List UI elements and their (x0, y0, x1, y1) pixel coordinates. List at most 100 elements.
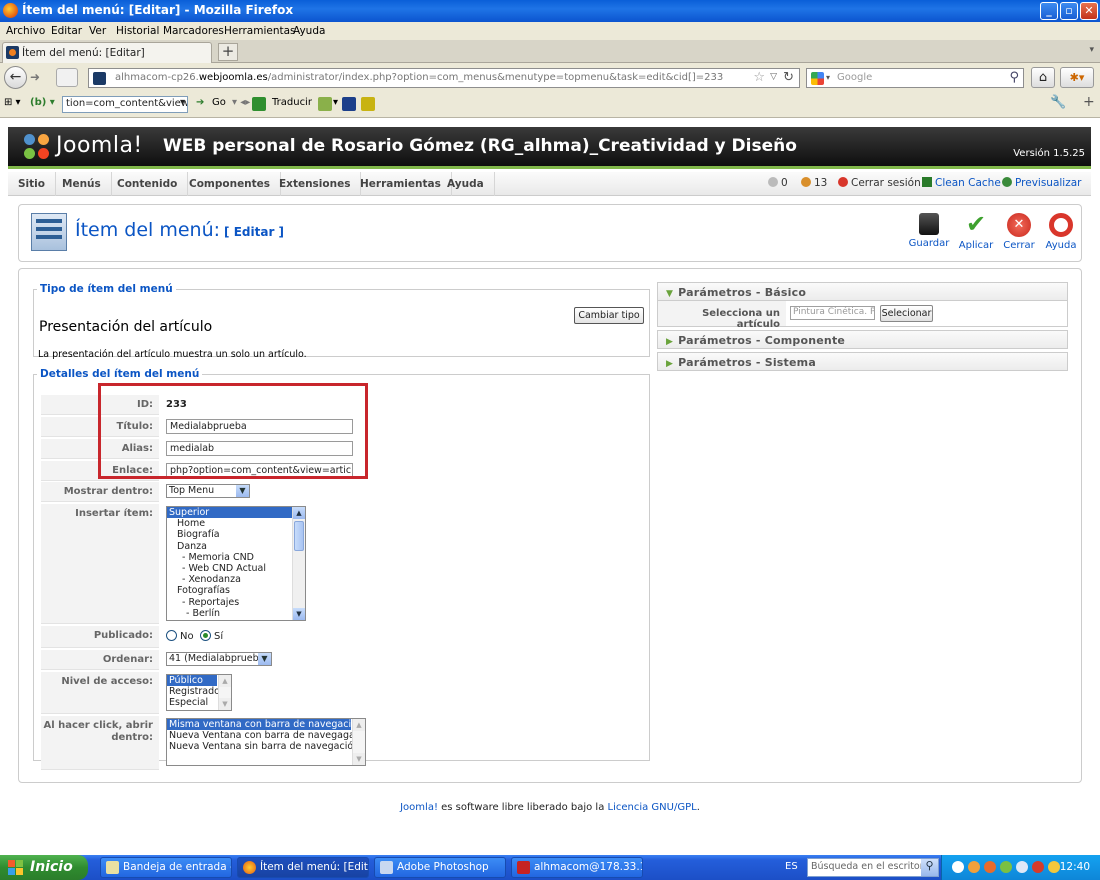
admin-menu-sitio[interactable]: Sitio (8, 172, 56, 196)
go-button[interactable]: Go (212, 97, 226, 108)
scroll-thumb[interactable] (294, 521, 304, 551)
addon-b-icon[interactable]: (b) ▾ (30, 97, 55, 108)
back-button[interactable]: ← (4, 66, 27, 89)
published-no-label[interactable]: No (180, 631, 194, 642)
license-link[interactable]: Licencia GNU/GPL (608, 802, 697, 813)
list-option[interactable]: Danza (167, 541, 305, 552)
list-option[interactable]: Misma ventana con barra de navegación (167, 719, 363, 731)
start-button[interactable]: Inicio (0, 855, 88, 880)
scroll-up-icon[interactable]: ▲ (293, 507, 305, 519)
logout-link[interactable]: Cerrar sesión (838, 177, 921, 189)
search-placeholder[interactable]: Google (837, 72, 872, 83)
tray-app-icon[interactable] (984, 861, 996, 873)
new-tab-button[interactable]: + (218, 43, 238, 61)
listbox-scrollbar[interactable]: ▲ ▼ (218, 675, 231, 710)
expand-icon[interactable]: ⊞ ▾ (4, 97, 21, 108)
list-option[interactable]: - Web CND Actual (167, 563, 305, 574)
menu-editar[interactable]: Editar (51, 25, 82, 37)
preview-link[interactable]: Previsualizar (1002, 177, 1081, 189)
desktop-search-placeholder[interactable]: Búsqueda en el escritorio (811, 861, 932, 872)
site-identity-button[interactable] (56, 68, 78, 87)
menu-marcadores[interactable]: Marcadores (163, 25, 224, 37)
menu-herramientas[interactable]: Herramientas (224, 25, 296, 37)
word-icon[interactable] (342, 97, 356, 111)
published-no-radio[interactable] (166, 630, 177, 641)
help-button[interactable]: Ayuda (1040, 213, 1082, 251)
admin-menu-menus[interactable]: Menús (52, 172, 112, 196)
link-input[interactable]: php?option=com_content&view=article&id=6… (166, 463, 353, 478)
window-titlebar[interactable]: Ítem del menú: [Editar] - Mozilla Firefo… (0, 0, 1100, 22)
desktop-search-input[interactable]: Búsqueda en el escritorio ⚲ (807, 858, 939, 877)
params-system-header[interactable]: ▶ Parámetros - Sistema (657, 352, 1068, 371)
open-in-listbox[interactable]: Misma ventana con barra de navegación Nu… (166, 718, 366, 766)
search-bar[interactable]: ▾ Google ⚲ (806, 68, 1024, 88)
add-toolbar-icon[interactable]: + (1083, 94, 1095, 110)
list-option[interactable]: Nueva Ventana sin barra de navegación (167, 741, 365, 752)
language-indicator[interactable]: ES (785, 861, 798, 872)
url-bar[interactable]: alhmacom-cp26.webjoomla.es/administrator… (88, 68, 800, 88)
url-text[interactable]: alhmacom-cp26.webjoomla.es/administrator… (115, 72, 723, 83)
tray-app-icon[interactable] (968, 861, 980, 873)
forward-button[interactable]: ➜ (30, 70, 40, 84)
maximize-button[interactable]: ▫ (1060, 2, 1078, 20)
messages-status[interactable]: 0 (768, 177, 788, 189)
article-input[interactable]: Pintura Cinética. Por (790, 306, 875, 320)
google-icon[interactable] (811, 72, 824, 85)
taskbar-item-firefox[interactable]: Ítem del menú: [Edita... (237, 857, 369, 878)
scroll-down-icon[interactable]: ▼ (353, 753, 365, 765)
params-component-header[interactable]: ▶ Parámetros - Componente (657, 330, 1068, 349)
url-dropdown-icon[interactable]: ▽ (770, 72, 777, 82)
listbox-scrollbar[interactable]: ▲ ▼ (352, 719, 365, 765)
tab-list-icon[interactable]: ▾ (1089, 45, 1094, 55)
taskbar-item-photoshop[interactable]: Adobe Photoshop (374, 857, 506, 878)
joomla-footer-link[interactable]: Joomla! (400, 802, 438, 813)
scroll-down-icon[interactable]: ▼ (219, 698, 231, 710)
tray-app-icon[interactable] (1048, 861, 1060, 873)
admin-menu-contenido[interactable]: Contenido (107, 172, 189, 196)
list-option[interactable]: Fotografías (167, 585, 305, 596)
parent-item-listbox[interactable]: Superior Home Biografía Danza - Memoria … (166, 506, 306, 621)
published-yes-label[interactable]: Sí (214, 631, 223, 642)
listbox-scrollbar[interactable]: ▲ ▼ (292, 507, 305, 620)
close-button[interactable]: ✕ Cerrar (998, 213, 1040, 251)
addon-clock-icon[interactable] (361, 97, 375, 111)
search-engine-dropdown-icon[interactable]: ▾ (826, 73, 830, 82)
addon-dropdown-icon[interactable]: ▾ (333, 97, 338, 108)
search-magnifier-icon[interactable]: ⚲ (1009, 70, 1019, 85)
toolbar-url-select[interactable]: tion=com_content&view= (62, 96, 188, 113)
tray-arrow-icon[interactable] (952, 861, 964, 873)
close-window-button[interactable]: ✕ (1080, 2, 1098, 20)
addon-button[interactable]: ✱▾ (1060, 67, 1094, 88)
scroll-up-icon[interactable]: ▲ (353, 719, 365, 731)
published-yes-radio[interactable] (199, 630, 211, 641)
home-button[interactable]: ⌂ (1031, 67, 1055, 88)
taskbar-item-filezilla[interactable]: alhmacom@178.33.1... (511, 857, 643, 878)
tray-network-icon[interactable] (1016, 861, 1028, 873)
chevron-down-icon[interactable]: ▼ (258, 653, 271, 665)
list-option[interactable]: Biografía (167, 529, 305, 540)
admin-menu-componentes[interactable]: Componentes (179, 172, 282, 196)
apply-button[interactable]: ✔ Aplicar (955, 212, 997, 251)
tools-wrench-icon[interactable]: 🔧 (1050, 95, 1066, 110)
admin-menu-extensiones[interactable]: Extensiones (269, 172, 362, 196)
menu-ayuda[interactable]: Ayuda (293, 25, 325, 37)
list-option[interactable]: - Xenodanza (167, 574, 305, 585)
scroll-down-icon[interactable]: ▼ (293, 608, 305, 620)
menu-ver[interactable]: Ver (89, 25, 106, 37)
scroll-up-icon[interactable]: ▲ (219, 675, 231, 687)
tray-security-icon[interactable] (1032, 861, 1044, 873)
taskbar-item-inbox[interactable]: Bandeja de entrada -... (100, 857, 232, 878)
translate-icon[interactable] (252, 97, 266, 111)
save-button[interactable]: Guardar (908, 213, 950, 249)
list-option[interactable]: Nueva Ventana con barra de navegagación (167, 730, 365, 741)
tray-app-icon[interactable] (1000, 861, 1012, 873)
alias-input[interactable]: medialab (166, 441, 353, 456)
list-option[interactable]: Superior (167, 507, 305, 519)
go-arrow-icon[interactable]: ➔ (196, 97, 204, 108)
change-type-button[interactable]: Cambiar tipo (574, 307, 644, 324)
params-basic-header[interactable]: ▼ Parámetros - Básico (657, 282, 1068, 301)
search-magnifier-icon[interactable]: ⚲ (921, 859, 938, 876)
list-option[interactable]: Público (167, 675, 217, 687)
select-article-button[interactable]: Selecionar (880, 305, 933, 322)
minimize-button[interactable]: _ (1040, 2, 1058, 20)
